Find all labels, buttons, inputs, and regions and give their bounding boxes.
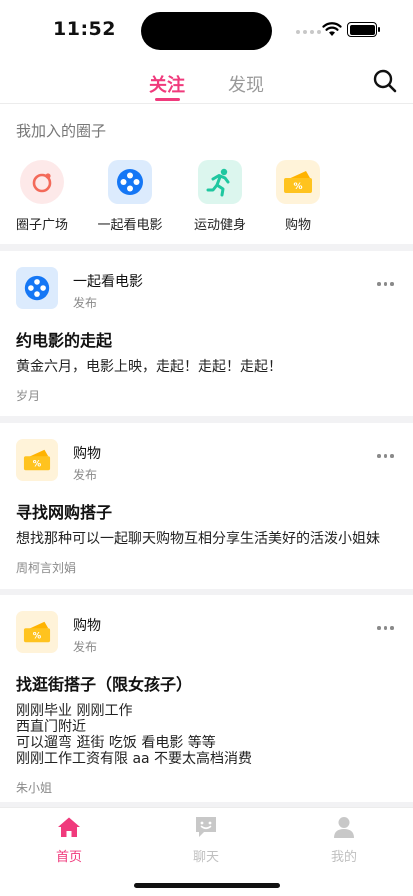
tabbar-label: 聊天 — [192, 850, 219, 865]
post-title: 约电影的走起 — [16, 331, 113, 350]
post-card[interactable]: % 购物 发布 找逛街搭子（限女孩子） 刚刚毕业 刚刚工作 西直门附近 可以遛弯… — [0, 595, 413, 802]
post-circle-name: 一起看电影 — [73, 274, 143, 290]
svg-text:%: % — [293, 182, 302, 192]
post-author: 岁月 — [16, 389, 41, 403]
post-action: 发布 — [73, 640, 98, 654]
circle-movies[interactable]: 一起看电影 — [90, 160, 170, 233]
post-action: 发布 — [73, 468, 98, 482]
circle-label: 圈子广场 — [15, 218, 68, 233]
more-options-icon[interactable] — [377, 454, 394, 458]
post-body: 黄金六月，电影上映，走起！走起！走起！ — [16, 359, 282, 375]
svg-text:%: % — [33, 631, 42, 641]
tabbar-chat[interactable]: 聊天 — [176, 816, 236, 865]
tab-discover[interactable]: 发现 — [228, 71, 264, 97]
circle-plaza[interactable]: 圈子广场 — [2, 160, 82, 233]
battery-icon — [347, 22, 380, 37]
post-body: 刚刚毕业 刚刚工作 西直门附近 可以遛弯 逛街 吃饭 看电影 等等 刚刚工作工资… — [16, 703, 253, 767]
post-title: 找逛街搭子（限女孩子） — [16, 675, 193, 694]
post-author: 周柯言刘娟 — [16, 561, 77, 575]
home-icon — [58, 817, 80, 837]
search-icon[interactable] — [372, 68, 398, 94]
film-reel-icon — [16, 267, 58, 309]
shopping-ticket-icon: % — [276, 160, 320, 204]
post-circle-name: 购物 — [73, 618, 101, 634]
post-body: 想找那种可以一起聊天购物互相分享生活美好的活泼小姐妹 — [16, 531, 380, 547]
my-circles-section: 我加入的圈子 圈子广场 一起看电影 运动健身 % 购物 — [0, 104, 413, 244]
active-tab-indicator — [155, 98, 180, 101]
circle-shopping[interactable]: % 购物 — [258, 160, 338, 233]
post-card[interactable]: % 购物 发布 寻找网购搭子 想找那种可以一起聊天购物互相分享生活美好的活泼小姐… — [0, 423, 413, 589]
running-person-icon — [198, 160, 242, 204]
post-action: 发布 — [73, 296, 98, 310]
shopping-ticket-icon: % — [16, 439, 58, 481]
status-time: 11:52 — [53, 18, 116, 40]
wifi-icon — [322, 22, 342, 36]
tabbar-home[interactable]: 首页 — [39, 816, 99, 865]
film-reel-icon — [108, 160, 152, 204]
post-title: 寻找网购搭子 — [16, 503, 113, 522]
profile-icon — [334, 817, 354, 838]
more-options-icon[interactable] — [377, 282, 394, 286]
top-nav: 关注 发现 — [0, 60, 413, 104]
post-author: 朱小姐 — [16, 781, 53, 795]
bottom-tab-bar: 首页 聊天 我的 — [0, 807, 413, 896]
dynamic-island — [141, 12, 272, 50]
tabbar-profile[interactable]: 我的 — [314, 816, 374, 865]
tabbar-label: 我的 — [330, 850, 357, 865]
cellular-signal-icon — [296, 30, 321, 34]
circle-fitness[interactable]: 运动健身 — [180, 160, 260, 233]
circle-label: 一起看电影 — [97, 218, 163, 233]
svg-text:%: % — [33, 459, 42, 469]
post-circle-name: 购物 — [73, 446, 101, 462]
circle-label: 运动健身 — [193, 218, 246, 233]
tab-following[interactable]: 关注 — [149, 71, 185, 97]
more-options-icon[interactable] — [377, 626, 394, 630]
circle-square-icon — [20, 160, 64, 204]
home-indicator — [134, 883, 280, 888]
circle-label: 购物 — [284, 218, 311, 233]
status-bar: 11:52 — [0, 0, 413, 60]
chat-icon — [196, 817, 216, 837]
shopping-ticket-icon: % — [16, 611, 58, 653]
post-card[interactable]: 一起看电影 发布 约电影的走起 黄金六月，电影上映，走起！走起！走起！ 岁月 — [0, 251, 413, 416]
tabbar-label: 首页 — [55, 850, 82, 865]
section-title: 我加入的圈子 — [16, 122, 107, 140]
